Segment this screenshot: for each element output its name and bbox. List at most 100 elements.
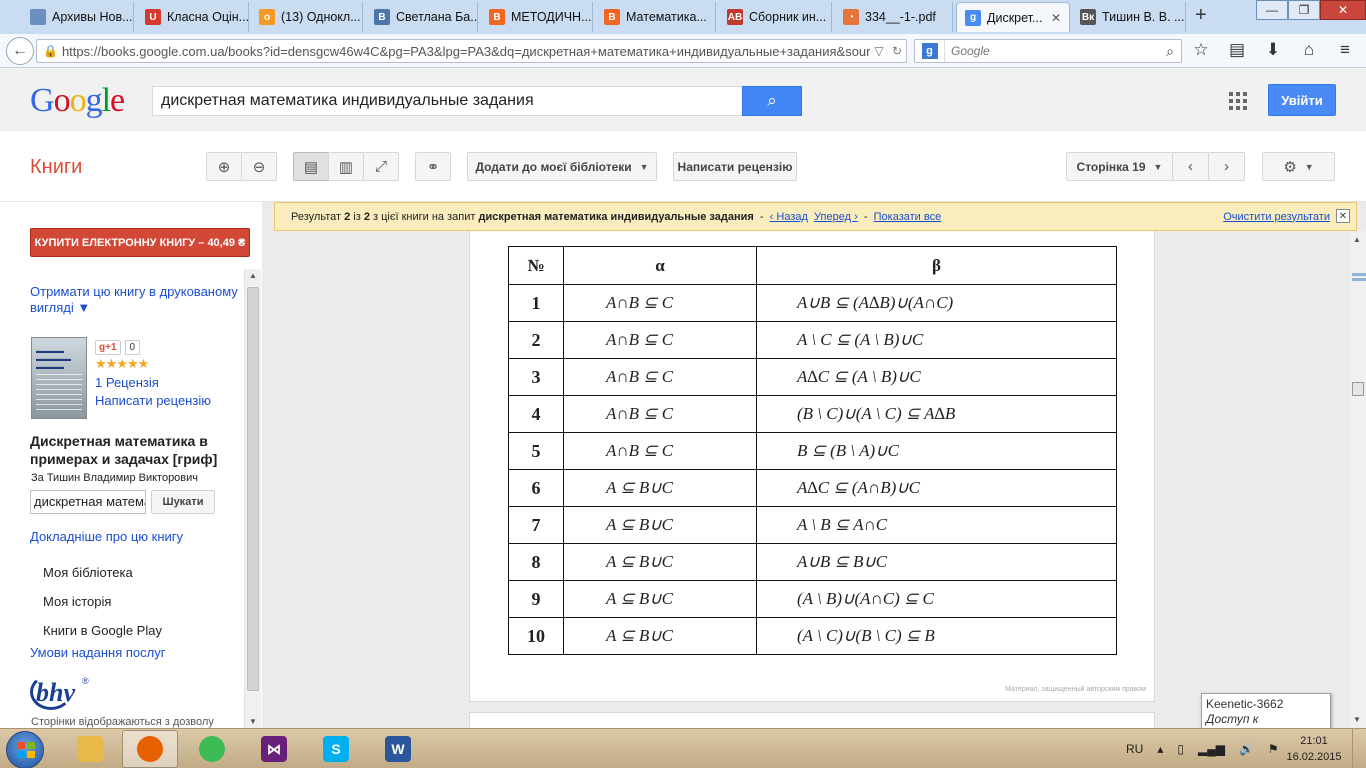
- row-number: 7: [508, 506, 564, 544]
- taskbar-app-explorer[interactable]: [62, 730, 118, 768]
- terms-of-service-link[interactable]: Умови надання послуг: [30, 645, 165, 660]
- back-button[interactable]: ←: [6, 37, 34, 65]
- settings-button[interactable]: ⚙ ▼: [1262, 152, 1335, 181]
- apps-grid-icon[interactable]: [1229, 92, 1247, 110]
- alpha-cell: A ⊆ B∪C: [563, 543, 757, 581]
- logo-letter: e: [110, 82, 125, 119]
- chevron-down-icon: ▼: [1153, 161, 1163, 172]
- next-page-button[interactable]: ›: [1208, 152, 1245, 181]
- google-play-books-link[interactable]: Книги в Google Play: [43, 623, 162, 638]
- zoom-in-button[interactable]: ⊕: [206, 152, 242, 181]
- buy-ebook-button[interactable]: КУПИТИ ЕЛЕКТРОННУ КНИГУ – 40,49 ₴: [30, 228, 250, 257]
- taskbar-app-chrome[interactable]: [184, 730, 240, 768]
- sidebar-scrollbar[interactable]: ▲ ▼: [244, 269, 261, 728]
- reading-list-icon[interactable]: ▤: [1226, 40, 1248, 60]
- download-icon[interactable]: ⬇: [1262, 40, 1284, 60]
- viewer-scroll-thumb[interactable]: [1352, 382, 1364, 396]
- book-cover[interactable]: ▬▬▬▬ ▬▬▬▬▬ ▬▬▬▬: [31, 337, 87, 419]
- books-search-input[interactable]: дискретная математика индивидуальные зад…: [152, 86, 743, 116]
- browser-tab[interactable]: U Класна Оцін...: [137, 2, 249, 32]
- browser-tab[interactable]: Архивы Нов...: [22, 2, 134, 32]
- start-button[interactable]: [6, 731, 44, 768]
- tray-arrow-icon[interactable]: ▴: [1157, 742, 1163, 756]
- browser-tab[interactable]: B Математика...: [596, 2, 716, 32]
- network-signal-icon[interactable]: ▂▄▆: [1198, 742, 1225, 756]
- my-library-link[interactable]: Моя бібліотека: [43, 565, 133, 580]
- search-engine-selector[interactable]: g: [915, 40, 945, 62]
- browser-tab[interactable]: AB Сборник ин...: [719, 2, 832, 32]
- get-print-book-link[interactable]: Отримати цю книгу в друкованому вигляді …: [30, 284, 242, 316]
- search-button[interactable]: ⌕: [742, 86, 802, 116]
- write-review-link[interactable]: Написати рецензію: [95, 393, 211, 408]
- browser-tab[interactable]: о (13) Однокл...: [251, 2, 363, 32]
- permission-note: Сторінки відображаються з дозволу: [31, 716, 214, 728]
- link-button[interactable]: ⚭: [415, 152, 451, 181]
- browser-tab[interactable]: В Светлана Ба...: [366, 2, 478, 32]
- scroll-up-icon[interactable]: ▲: [1353, 235, 1361, 244]
- close-tab-icon[interactable]: ✕: [1045, 11, 1061, 25]
- my-history-link[interactable]: Моя історія: [43, 594, 111, 609]
- taskbar-app-firefox[interactable]: [122, 730, 178, 768]
- write-review-button[interactable]: Написати рецензію: [673, 152, 797, 181]
- sidebar-scroll-thumb[interactable]: [247, 287, 259, 691]
- reviews-link[interactable]: 1 Рецензія: [95, 375, 159, 390]
- books-section-title[interactable]: Книги: [30, 156, 82, 179]
- new-tab-button[interactable]: +: [1195, 4, 1207, 27]
- url-text[interactable]: https://books.google.com.ua/books?id=den…: [62, 44, 870, 59]
- previous-page-button[interactable]: ‹: [1172, 152, 1209, 181]
- page-select[interactable]: Сторінка 19 ▼: [1066, 152, 1173, 181]
- viewer-scrollbar[interactable]: ▲ ▼: [1350, 231, 1366, 728]
- search-in-book-input[interactable]: дискретная математика: [30, 490, 146, 514]
- single-page-view-button[interactable]: ▤: [293, 152, 329, 181]
- browser-tab[interactable]: ◔ 334__-1-.pdf: [835, 2, 953, 32]
- next-result-link[interactable]: Уперед ›: [814, 211, 858, 223]
- bookmark-star-icon[interactable]: ☆: [1190, 40, 1212, 60]
- battery-icon[interactable]: ▯: [1177, 742, 1184, 756]
- language-indicator[interactable]: RU: [1126, 742, 1143, 756]
- clock[interactable]: 21:01 16.02.2015: [1284, 733, 1344, 765]
- show-desktop-button[interactable]: [1352, 729, 1366, 768]
- single-page-icon: ▤: [303, 158, 319, 176]
- more-about-book-link[interactable]: Докладніше про цю книгу: [30, 529, 183, 544]
- close-icon[interactable]: ✕: [1336, 209, 1350, 223]
- add-to-library-button[interactable]: Додати до моєї бібліотеки ▼: [467, 152, 657, 181]
- minimize-button[interactable]: —: [1256, 0, 1288, 20]
- action-center-flag-icon[interactable]: ⚑: [1268, 742, 1279, 756]
- taskbar-app-skype[interactable]: S: [308, 730, 364, 768]
- taskbar-app-visual-studio[interactable]: ⋈: [246, 730, 302, 768]
- scroll-up-icon[interactable]: ▲: [249, 271, 257, 280]
- search-icon[interactable]: ⌕: [1159, 43, 1181, 60]
- browser-tab[interactable]: B МЕТОДИЧН...: [481, 2, 593, 32]
- restore-button[interactable]: ❐: [1288, 0, 1320, 20]
- notice-prefix: Результат: [291, 210, 342, 223]
- previous-result-link[interactable]: ‹ Назад: [770, 211, 808, 223]
- show-all-link[interactable]: Показати все: [874, 211, 942, 223]
- table-row: 5 A∩B ⊆ CB ⊆ (B \ A)∪C: [508, 432, 1117, 470]
- menu-icon[interactable]: ≡: [1334, 40, 1356, 60]
- browser-tab[interactable]: g Дискрет... ✕: [956, 2, 1070, 32]
- clear-results-link[interactable]: Очистити результати: [1223, 211, 1330, 223]
- two-page-view-button[interactable]: ▥: [328, 152, 364, 181]
- chevron-down-icon: ▼: [639, 161, 649, 172]
- google-logo[interactable]: Google: [30, 82, 125, 120]
- sign-in-button[interactable]: Увійти: [1268, 84, 1336, 116]
- windows-logo-icon: [17, 742, 35, 758]
- scroll-down-icon[interactable]: ▼: [249, 717, 257, 726]
- notice-query: дискретная математика индивидуальные зад…: [478, 210, 754, 223]
- taskbar-app-word[interactable]: W: [370, 730, 426, 768]
- volume-icon[interactable]: 🔊: [1239, 742, 1254, 756]
- scroll-down-icon[interactable]: ▼: [1353, 715, 1361, 724]
- fullscreen-button[interactable]: ⤢: [363, 152, 399, 181]
- url-dropdown-icon[interactable]: ▽: [870, 44, 888, 58]
- publisher-logo[interactable]: bhv ®: [30, 674, 92, 712]
- browser-tab[interactable]: Вк Тишин В. В. ...: [1072, 2, 1186, 32]
- zoom-out-button[interactable]: ⊖: [241, 152, 277, 181]
- beta-cell: (A \ B)∪(A∩C) ⊆ C: [756, 580, 1117, 618]
- search-in-book-button[interactable]: Шукати: [151, 490, 215, 514]
- gplus-button[interactable]: g+1: [95, 340, 121, 355]
- close-window-button[interactable]: ✕: [1320, 0, 1366, 20]
- reload-icon[interactable]: ↻: [888, 44, 906, 58]
- url-bar[interactable]: 🔒 https://books.google.com.ua/books?id=d…: [36, 39, 907, 63]
- home-icon[interactable]: ⌂: [1298, 40, 1320, 60]
- browser-search-box[interactable]: g Google ⌕: [914, 39, 1182, 63]
